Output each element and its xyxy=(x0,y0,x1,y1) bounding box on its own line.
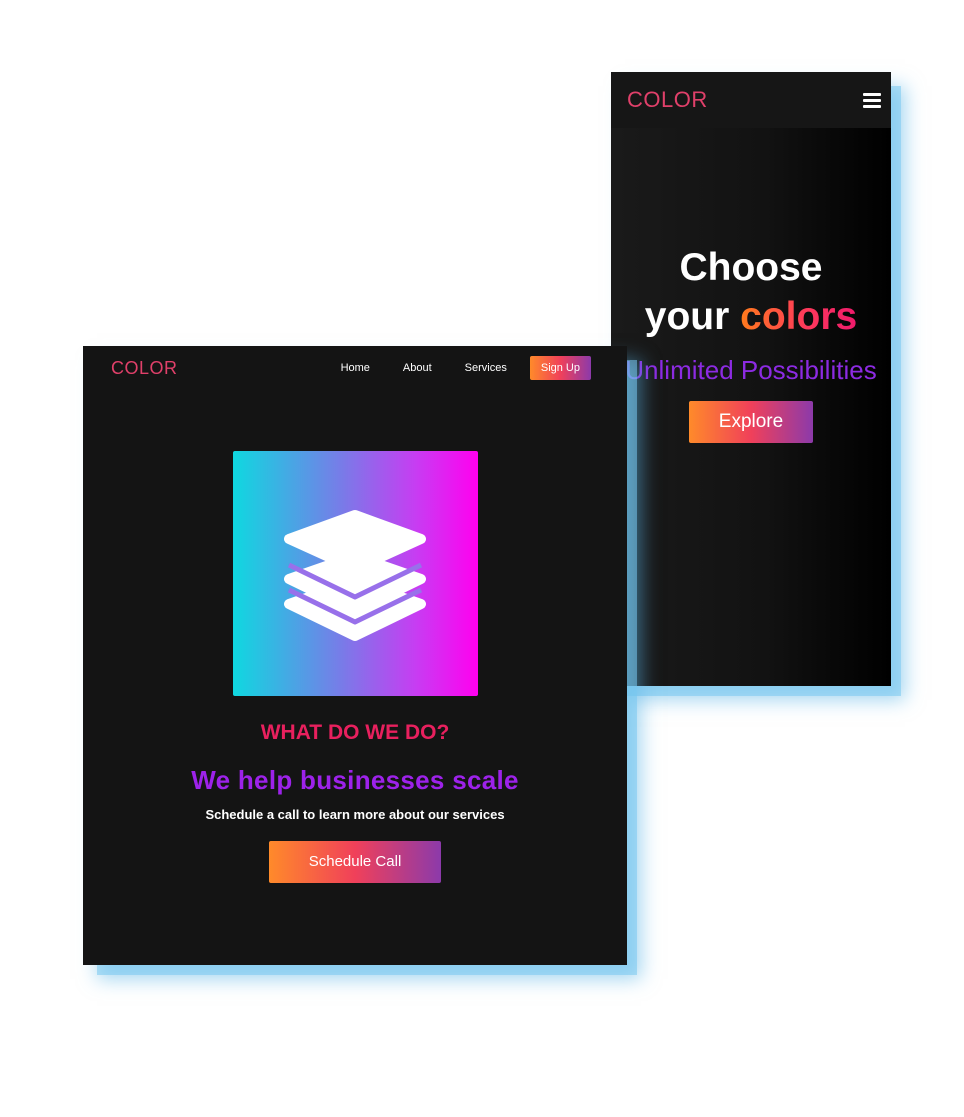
mobile-navbar: COLOR xyxy=(611,72,891,128)
nav-link-about[interactable]: About xyxy=(403,362,432,374)
mobile-mockup: COLOR Choose your colors Unlimited Possi… xyxy=(611,72,891,686)
desktop-logo[interactable]: COLOR xyxy=(111,358,178,379)
mobile-hero-title-line1: Choose xyxy=(679,246,823,289)
mobile-hero-title: Choose your colors xyxy=(611,243,891,341)
section-description: Schedule a call to learn more about our … xyxy=(205,807,505,822)
mobile-hero-title-line2: your colors xyxy=(611,292,891,341)
hamburger-line xyxy=(863,104,881,108)
section-heading: WHAT DO WE DO? xyxy=(260,721,450,744)
mobile-hero: Choose your colors Unlimited Possibiliti… xyxy=(611,128,891,443)
sign-up-button[interactable]: Sign Up xyxy=(529,356,591,380)
layers-graphic xyxy=(233,451,478,696)
desktop-mockup: COLOR Home About Services Sign Up WHAT D… xyxy=(83,346,627,965)
hamburger-menu-icon[interactable] xyxy=(863,92,881,108)
mobile-logo[interactable]: COLOR xyxy=(627,87,708,113)
nav-link-home[interactable]: Home xyxy=(341,362,370,374)
schedule-call-button[interactable]: Schedule Call xyxy=(269,841,441,883)
hamburger-line xyxy=(863,92,881,96)
desktop-navbar: COLOR Home About Services Sign Up xyxy=(83,346,627,390)
desktop-nav-links: Home About Services Sign Up xyxy=(341,356,591,380)
mobile-hero-title-accent: colors xyxy=(740,295,858,338)
layers-icon xyxy=(284,510,426,641)
section-title: We help businesses scale xyxy=(191,765,519,795)
explore-button[interactable]: Explore xyxy=(689,401,813,443)
nav-link-services[interactable]: Services xyxy=(465,362,507,374)
mobile-hero-title-plain: your xyxy=(644,295,741,338)
hamburger-line xyxy=(863,98,881,102)
mobile-hero-subtitle: Unlimited Possibilities xyxy=(625,355,877,385)
